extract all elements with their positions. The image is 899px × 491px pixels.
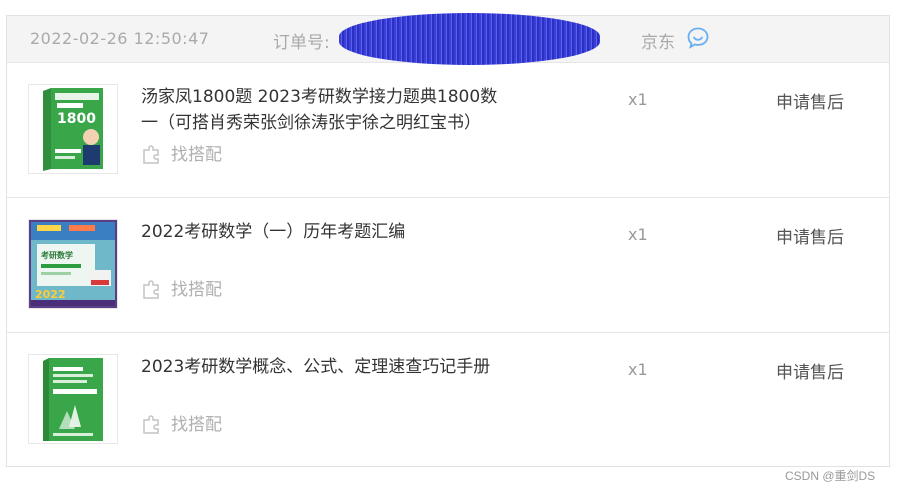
product-title[interactable]: 汤家凤1800题 2023考研数学接力题典1800数一（可搭肖秀荣张剑徐涛张宇徐… bbox=[141, 84, 511, 136]
item-quantity: x1 bbox=[628, 360, 648, 379]
product-thumbnail[interactable] bbox=[28, 354, 118, 444]
chat-bubble-icon[interactable] bbox=[686, 26, 710, 50]
after-sale-button[interactable]: 申请售后 bbox=[776, 88, 844, 113]
book-cover-1800-image: 1800 bbox=[29, 85, 117, 173]
find-match-label: 找搭配 bbox=[171, 280, 222, 300]
find-match-label: 找搭配 bbox=[171, 145, 222, 165]
product-thumbnail[interactable]: 考研数学 2022 bbox=[28, 219, 118, 309]
product-thumbnail[interactable]: 1800 bbox=[28, 84, 118, 174]
puzzle-icon bbox=[143, 144, 159, 164]
item-quantity: x1 bbox=[628, 225, 648, 244]
after-sale-button[interactable]: 申请售后 bbox=[776, 223, 844, 248]
order-number-label: 订单号: bbox=[273, 33, 330, 53]
order-card: 2022-02-26 12:50:47 订单号: 京东 1800 汤家凤1800… bbox=[6, 13, 890, 468]
svg-text:2022: 2022 bbox=[35, 288, 66, 301]
puzzle-icon bbox=[143, 279, 159, 299]
order-header: 2022-02-26 12:50:47 订单号: 京东 bbox=[7, 13, 889, 65]
svg-text:考研数学: 考研数学 bbox=[41, 250, 73, 260]
order-number-redaction bbox=[339, 13, 600, 65]
svg-text:1800: 1800 bbox=[57, 111, 96, 127]
find-match-label: 找搭配 bbox=[171, 415, 222, 435]
book-cover-exam-collection-image: 考研数学 2022 bbox=[29, 220, 117, 308]
product-title[interactable]: 2022考研数学（一）历年考题汇编 bbox=[141, 219, 511, 245]
order-item-row: 2023考研数学概念、公式、定理速查巧记手册 找搭配 x1 申请售后 bbox=[7, 333, 889, 468]
order-time: 2022-02-26 12:50:47 bbox=[30, 29, 210, 48]
item-quantity: x1 bbox=[628, 90, 648, 109]
find-match-link[interactable]: 找搭配 bbox=[141, 140, 222, 165]
find-match-link[interactable]: 找搭配 bbox=[141, 410, 222, 435]
order-item-row: 考研数学 2022 2022考研数学（一）历年考题汇编 找搭配 x1 申请售后 bbox=[7, 198, 889, 333]
after-sale-button[interactable]: 申请售后 bbox=[776, 358, 844, 383]
order-item-row: 1800 汤家凤1800题 2023考研数学接力题典1800数一（可搭肖秀荣张剑… bbox=[7, 63, 889, 198]
watermark: CSDN @重剑DS bbox=[785, 469, 876, 483]
puzzle-icon bbox=[143, 414, 159, 434]
shop-name[interactable]: 京东 bbox=[641, 28, 675, 53]
product-title[interactable]: 2023考研数学概念、公式、定理速查巧记手册 bbox=[141, 354, 511, 380]
book-cover-formula-handbook-image bbox=[29, 355, 117, 443]
find-match-link[interactable]: 找搭配 bbox=[141, 275, 222, 300]
